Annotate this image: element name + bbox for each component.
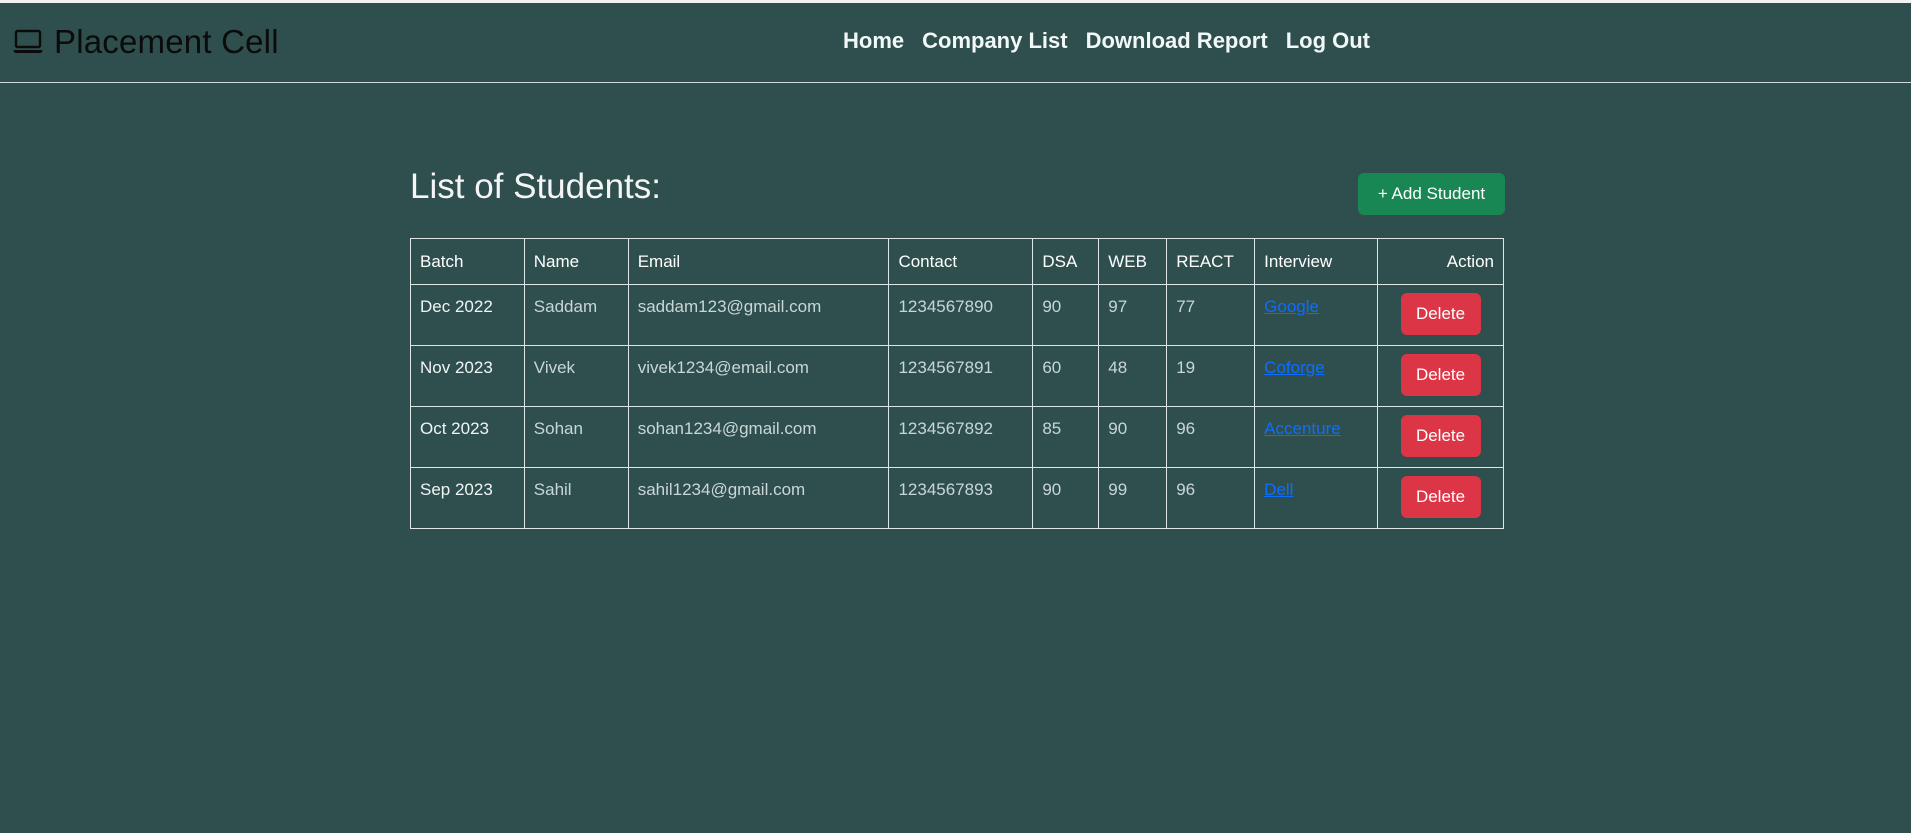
table-row: Sep 2023 Sahil sahil1234@gmail.com 12345… bbox=[410, 467, 1504, 529]
cell-name: Vivek bbox=[523, 345, 629, 407]
cell-dsa: 60 bbox=[1032, 345, 1100, 407]
navbar: Placement Cell Home Company List Downloa… bbox=[0, 3, 1911, 83]
laptop-icon bbox=[12, 29, 44, 55]
cell-batch: Nov 2023 bbox=[410, 345, 525, 407]
header-dsa: DSA bbox=[1032, 238, 1100, 285]
cell-react: 96 bbox=[1166, 406, 1256, 468]
cell-web: 48 bbox=[1098, 345, 1168, 407]
cell-batch: Sep 2023 bbox=[410, 467, 525, 529]
brand[interactable]: Placement Cell bbox=[12, 23, 279, 61]
cell-interview: Dell bbox=[1254, 467, 1379, 529]
header-web: WEB bbox=[1098, 238, 1168, 285]
nav-download-report[interactable]: Download Report bbox=[1086, 28, 1268, 54]
nav-home[interactable]: Home bbox=[843, 28, 904, 54]
cell-interview: Google bbox=[1254, 284, 1379, 346]
cell-name: Sahil bbox=[523, 467, 629, 529]
cell-web: 90 bbox=[1098, 406, 1168, 468]
cell-email: sahil1234@gmail.com bbox=[627, 467, 890, 529]
page-title: List of Students: bbox=[410, 167, 661, 206]
cell-react: 77 bbox=[1166, 284, 1256, 346]
interview-link[interactable]: Dell bbox=[1264, 480, 1293, 499]
cell-batch: Oct 2023 bbox=[410, 406, 525, 468]
cell-react: 19 bbox=[1166, 345, 1256, 407]
cell-dsa: 90 bbox=[1032, 284, 1100, 346]
delete-button[interactable]: Delete bbox=[1400, 293, 1481, 335]
delete-button[interactable]: Delete bbox=[1400, 476, 1481, 518]
interview-link[interactable]: Coforge bbox=[1264, 358, 1324, 377]
cell-web: 97 bbox=[1098, 284, 1168, 346]
cell-dsa: 90 bbox=[1032, 467, 1100, 529]
cell-action: Delete bbox=[1377, 345, 1504, 407]
cell-react: 96 bbox=[1166, 467, 1256, 529]
cell-contact: 1234567890 bbox=[888, 284, 1034, 346]
delete-button[interactable]: Delete bbox=[1400, 415, 1481, 457]
cell-dsa: 85 bbox=[1032, 406, 1100, 468]
header-batch: Batch bbox=[410, 238, 525, 285]
nav-log-out[interactable]: Log Out bbox=[1286, 28, 1370, 54]
brand-title: Placement Cell bbox=[54, 23, 279, 60]
table-header-row: Batch Name Email Contact DSA WEB REACT I… bbox=[410, 238, 1504, 285]
interview-link[interactable]: Accenture bbox=[1264, 419, 1341, 438]
nav-links: Home Company List Download Report Log Ou… bbox=[843, 28, 1370, 54]
header-email: Email bbox=[627, 238, 890, 285]
table-row: Dec 2022 Saddam saddam123@gmail.com 1234… bbox=[410, 284, 1504, 346]
cell-action: Delete bbox=[1377, 284, 1504, 346]
nav-company-list[interactable]: Company List bbox=[922, 28, 1067, 54]
cell-action: Delete bbox=[1377, 406, 1504, 468]
add-student-button[interactable]: + Add Student bbox=[1358, 173, 1505, 215]
cell-name: Sohan bbox=[523, 406, 629, 468]
cell-name: Saddam bbox=[523, 284, 629, 346]
header-name: Name bbox=[523, 238, 629, 285]
delete-button[interactable]: Delete bbox=[1400, 354, 1481, 396]
cell-interview: Coforge bbox=[1254, 345, 1379, 407]
table-row: Nov 2023 Vivek vivek1234@email.com 12345… bbox=[410, 345, 1504, 407]
header-react: REACT bbox=[1166, 238, 1256, 285]
cell-contact: 1234567893 bbox=[888, 467, 1034, 529]
students-table: Batch Name Email Contact DSA WEB REACT I… bbox=[410, 238, 1504, 529]
header-contact: Contact bbox=[888, 238, 1034, 285]
cell-email: vivek1234@email.com bbox=[627, 345, 890, 407]
cell-interview: Accenture bbox=[1254, 406, 1379, 468]
cell-email: sohan1234@gmail.com bbox=[627, 406, 890, 468]
cell-action: Delete bbox=[1377, 467, 1504, 529]
cell-batch: Dec 2022 bbox=[410, 284, 525, 346]
table-row: Oct 2023 Sohan sohan1234@gmail.com 12345… bbox=[410, 406, 1504, 468]
interview-link[interactable]: Google bbox=[1264, 297, 1319, 316]
cell-contact: 1234567891 bbox=[888, 345, 1034, 407]
header-action: Action bbox=[1377, 238, 1504, 285]
header-interview: Interview bbox=[1254, 238, 1379, 285]
cell-contact: 1234567892 bbox=[888, 406, 1034, 468]
cell-web: 99 bbox=[1098, 467, 1168, 529]
cell-email: saddam123@gmail.com bbox=[627, 284, 890, 346]
